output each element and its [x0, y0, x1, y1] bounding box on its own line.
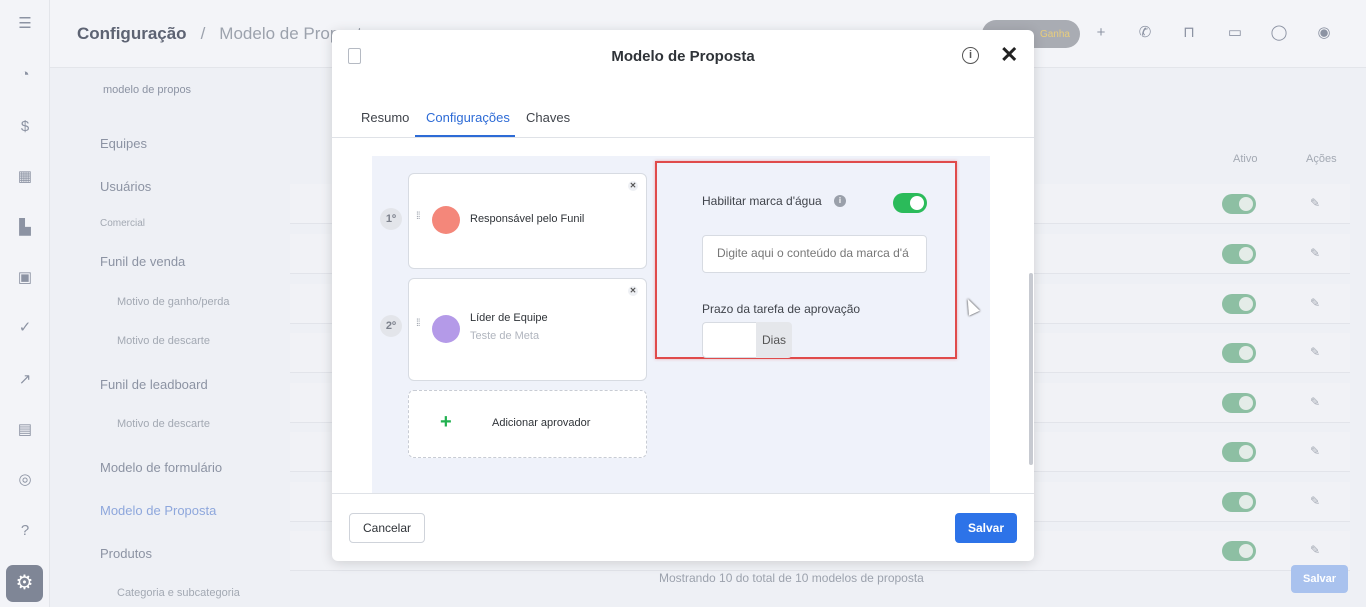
avatar — [432, 206, 460, 234]
approver-subtitle: Teste de Meta — [470, 330, 540, 342]
sidebar-item-motivo-descarte[interactable]: Motivo de descarte — [117, 335, 210, 347]
approver-card-2[interactable]: ✕ ⁞⁞ Líder de Equipe Teste de Meta — [408, 278, 647, 381]
lock-icon[interactable]: ⊓ — [1180, 24, 1198, 42]
team-avatar — [432, 315, 460, 343]
calendar-icon[interactable]: ▣ — [15, 268, 35, 288]
edit-icon[interactable]: ✎ — [1310, 196, 1320, 210]
add-approver-button[interactable]: + Adicionar aprovador — [408, 390, 647, 458]
check-circle-icon[interactable]: ✓ — [15, 318, 35, 338]
help-icon[interactable]: ? — [15, 521, 35, 541]
tab-divider — [332, 137, 1034, 138]
configuration-panel: 1º ✕ ⁞⁞ Responsável pelo Funil 2º ✕ ⁞⁞ L… — [372, 156, 990, 493]
approver-name: Líder de Equipe — [470, 312, 548, 324]
sidebar-item-funil-venda[interactable]: Funil de venda — [100, 254, 185, 269]
tab-resumo[interactable]: Resumo — [361, 110, 409, 125]
edit-icon[interactable]: ✎ — [1310, 246, 1320, 260]
cancel-button[interactable]: Cancelar — [349, 513, 425, 543]
sidebar-item-produtos[interactable]: Produtos — [100, 546, 152, 561]
watermark-settings-highlight: Habilitar marca d'água i Digite aqui o c… — [655, 161, 957, 359]
task-check-icon[interactable]: ◯ — [1270, 24, 1288, 42]
edit-icon[interactable]: ✎ — [1310, 543, 1320, 557]
column-header-ativo: Ativo — [1233, 153, 1258, 165]
icon-rail: ☰ ◔ $ ▦ ▙ ▣ ✓ ↗ ▤ ◎ ? ⚙ — [0, 0, 50, 607]
sidebar-item-funil-leadboard[interactable]: Funil de leadboard — [100, 377, 208, 392]
plus-icon: + — [440, 411, 452, 433]
user-avatar-icon[interactable]: ◉ — [1315, 24, 1333, 42]
tab-chaves[interactable]: Chaves — [526, 110, 570, 125]
edit-icon[interactable]: ✎ — [1310, 444, 1320, 458]
menu-icon[interactable]: ☰ — [15, 14, 35, 34]
remove-approver-icon[interactable]: ✕ — [628, 181, 638, 191]
active-toggle[interactable] — [1222, 294, 1256, 314]
settings-sidebar: modelo de propos Equipes Usuários Comerc… — [50, 68, 290, 607]
approver-card-1[interactable]: ✕ ⁞⁞ Responsável pelo Funil — [408, 173, 647, 269]
edit-icon[interactable]: ✎ — [1310, 395, 1320, 409]
edit-icon[interactable]: ✎ — [1310, 296, 1320, 310]
save-button[interactable]: Salvar — [955, 513, 1017, 543]
phone-icon[interactable]: ✆ — [1136, 24, 1154, 42]
inbox-icon[interactable]: ▭ — [1226, 24, 1244, 42]
chart-icon[interactable]: ▙ — [15, 218, 35, 238]
info-icon[interactable]: i — [834, 195, 846, 207]
breadcrumb-root[interactable]: Configuração — [77, 24, 187, 43]
days-suffix: Dias — [756, 322, 792, 358]
watermark-label: Habilitar marca d'água — [702, 194, 822, 208]
gear-icon[interactable]: ⚙ — [6, 565, 43, 602]
trend-icon[interactable]: ↗ — [15, 370, 35, 390]
active-toggle[interactable] — [1222, 194, 1256, 214]
sidebar-search-input[interactable]: modelo de propos — [103, 84, 253, 102]
approver-name: Responsável pelo Funil — [470, 213, 585, 225]
edit-icon[interactable]: ✎ — [1310, 494, 1320, 508]
active-toggle[interactable] — [1222, 442, 1256, 462]
deadline-label: Prazo da tarefa de aprovação — [702, 302, 861, 316]
sidebar-item-motivo-ganho[interactable]: Motivo de ganho/perda — [117, 296, 230, 308]
approver-step-1: 1º — [380, 208, 402, 230]
active-toggle[interactable] — [1222, 343, 1256, 363]
approver-step-2: 2º — [380, 315, 402, 337]
breadcrumb: Configuração / Modelo de Proposta — [77, 24, 371, 44]
sidebar-item-equipes[interactable]: Equipes — [100, 136, 147, 151]
proposal-model-dialog: Modelo de Proposta i ✕ Resumo Configuraç… — [332, 30, 1034, 561]
sidebar-item-modelo-formulario[interactable]: Modelo de formulário — [100, 460, 222, 475]
footer-divider — [332, 493, 1034, 494]
sidebar-item-motivo-descarte-2[interactable]: Motivo de descarte — [117, 418, 210, 430]
active-toggle[interactable] — [1222, 244, 1256, 264]
dashboard-icon[interactable]: ◔ — [15, 65, 35, 85]
background-save-button[interactable]: Salvar — [1291, 565, 1348, 593]
sidebar-item-usuarios[interactable]: Usuários — [100, 179, 151, 194]
deadline-days-input[interactable] — [702, 322, 756, 358]
dollar-icon[interactable]: $ — [15, 117, 35, 137]
drag-handle-icon[interactable]: ⁞⁞ — [416, 319, 424, 329]
active-toggle[interactable] — [1222, 541, 1256, 561]
dialog-scrollbar[interactable] — [1029, 273, 1033, 465]
target-icon[interactable]: ◎ — [15, 470, 35, 490]
close-icon[interactable]: ✕ — [1000, 42, 1018, 68]
info-icon[interactable]: i — [962, 47, 979, 64]
add-approver-label: Adicionar aprovador — [492, 417, 591, 429]
sidebar-item-categoria[interactable]: Categoria e subcategoria — [117, 587, 240, 599]
building-icon[interactable]: ▦ — [15, 167, 35, 187]
column-header-acoes: Ações — [1306, 153, 1337, 165]
table-footer-summary: Mostrando 10 do total de 10 modelos de p… — [659, 571, 924, 585]
tab-configuracoes[interactable]: Configurações — [426, 110, 510, 125]
active-toggle[interactable] — [1222, 492, 1256, 512]
plus-icon[interactable]: + — [1092, 24, 1110, 42]
active-toggle[interactable] — [1222, 393, 1256, 413]
edit-icon[interactable]: ✎ — [1310, 345, 1320, 359]
watermark-content-input[interactable]: Digite aqui o conteúdo da marca d'á — [702, 235, 927, 273]
breadcrumb-separator: / — [200, 24, 206, 43]
sidebar-section-comercial[interactable]: Comercial — [100, 218, 145, 229]
drag-handle-icon[interactable]: ⁞⁞ — [416, 212, 424, 222]
dialog-title: Modelo de Proposta — [611, 48, 755, 65]
sidebar-item-modelo-proposta[interactable]: Modelo de Proposta — [100, 503, 216, 518]
watermark-toggle[interactable] — [893, 193, 927, 213]
remove-approver-icon[interactable]: ✕ — [628, 286, 638, 296]
widgets-icon[interactable]: ▤ — [15, 420, 35, 440]
